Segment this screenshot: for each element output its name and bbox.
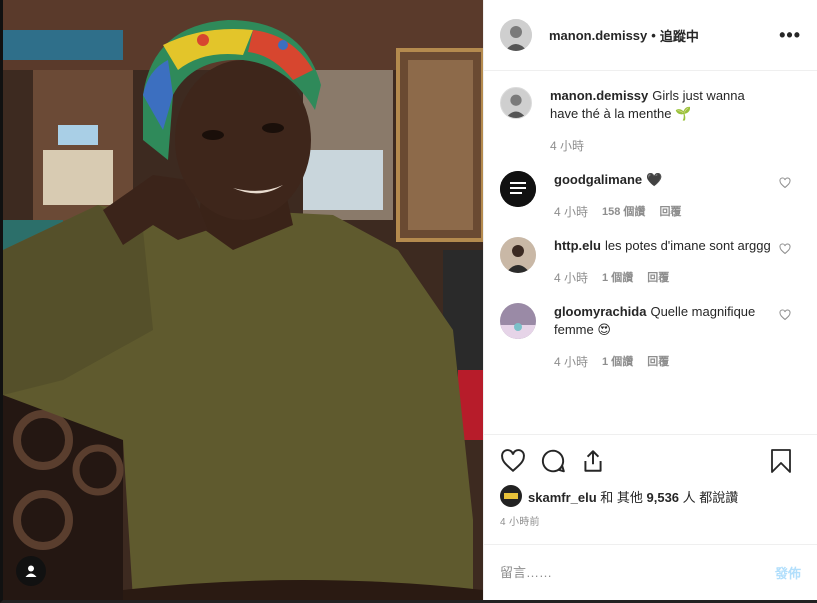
comment-time[interactable]: 4 小時 (554, 353, 588, 371)
caption-avatar[interactable] (500, 87, 532, 119)
reply-button[interactable]: 回覆 (659, 203, 681, 221)
comment-like-icon[interactable] (779, 243, 791, 255)
comments-list: manon.demissy Girls just wanna have thé à… (484, 71, 817, 434)
post-sidebar: manon.demissy • 追蹤中 ••• manon.demissy Gir… (483, 0, 817, 600)
avatar-image (500, 171, 536, 207)
reply-button[interactable]: 回覆 (647, 353, 669, 371)
liked-by-username[interactable]: skamfr_elu (528, 490, 597, 505)
share-button[interactable] (580, 448, 606, 474)
header-separator: • (651, 27, 656, 43)
bookmark-icon (771, 449, 791, 473)
user-tag-button[interactable] (16, 556, 46, 586)
comment-like-icon[interactable] (779, 309, 791, 321)
comment-time[interactable]: 4 小時 (554, 203, 588, 221)
comment-button[interactable] (540, 448, 566, 474)
add-comment-bar: 發佈 (484, 544, 817, 600)
post-header: manon.demissy • 追蹤中 ••• (484, 0, 817, 71)
comment-avatar[interactable] (500, 171, 536, 207)
avatar-image (500, 303, 536, 339)
likes-count[interactable]: 9,536 (647, 490, 680, 505)
comment-likes[interactable]: 1 個讚 (602, 269, 633, 287)
heart-icon (501, 449, 525, 473)
follow-status-button[interactable]: 追蹤中 (660, 26, 699, 45)
comment-time[interactable]: 4 小時 (554, 269, 588, 287)
comment-item: gloomyrachida Quelle magnifique femme 😍 4… (500, 303, 801, 371)
post-image (3, 0, 483, 600)
comment-text: les potes d'imane sont arggg (604, 238, 771, 253)
post-modal: manon.demissy • 追蹤中 ••• manon.demissy Gir… (0, 0, 817, 603)
more-options-icon[interactable]: ••• (779, 26, 801, 44)
avatar-image (500, 19, 532, 51)
comment-username[interactable]: goodgalimane (554, 172, 642, 187)
comment-time[interactable]: 4 小時 (550, 137, 584, 155)
share-icon (584, 450, 602, 472)
comment-username[interactable]: http.elu (554, 238, 601, 253)
comment-avatar[interactable] (500, 303, 536, 339)
comment-likes[interactable]: 158 個讚 (602, 203, 645, 221)
avatar-image (500, 237, 536, 273)
comment-avatar[interactable] (500, 237, 536, 273)
comment-icon (541, 449, 565, 473)
post-photo[interactable] (3, 0, 483, 600)
author-username[interactable]: manon.demissy (549, 28, 647, 43)
reply-button[interactable]: 回覆 (647, 269, 669, 287)
post-actions: skamfr_elu 和 其他 9,536 人 都說讚 4 小時前 (484, 434, 817, 528)
avatar-image (500, 485, 522, 507)
caption-item: manon.demissy Girls just wanna have thé à… (500, 87, 801, 155)
save-button[interactable] (769, 448, 793, 474)
like-button[interactable] (500, 448, 526, 474)
post-comment-button[interactable]: 發佈 (775, 563, 801, 582)
comment-like-icon[interactable] (779, 177, 791, 189)
comment-username[interactable]: manon.demissy (550, 88, 648, 103)
post-timestamp[interactable]: 4 小時前 (500, 513, 801, 528)
user-tag-icon (25, 565, 37, 577)
comment-input[interactable] (500, 565, 775, 580)
liked-by-suffix: 人 都說讚 (679, 489, 739, 505)
comment-item: http.elu les potes d'imane sont arggg 4 小… (500, 237, 801, 287)
comment-username[interactable]: gloomyrachida (554, 304, 646, 319)
liked-by: skamfr_elu 和 其他 9,536 人 都說讚 (500, 485, 801, 507)
author-avatar[interactable] (500, 19, 532, 51)
liked-by-avatar[interactable] (500, 485, 522, 507)
comment-item: goodgalimane 🖤 4 小時 158 個讚 回覆 (500, 171, 801, 221)
avatar-image (501, 88, 531, 118)
comment-text: 🖤 (646, 172, 663, 187)
liked-by-connector: 和 其他 (596, 489, 647, 505)
comment-likes[interactable]: 1 個讚 (602, 353, 633, 371)
